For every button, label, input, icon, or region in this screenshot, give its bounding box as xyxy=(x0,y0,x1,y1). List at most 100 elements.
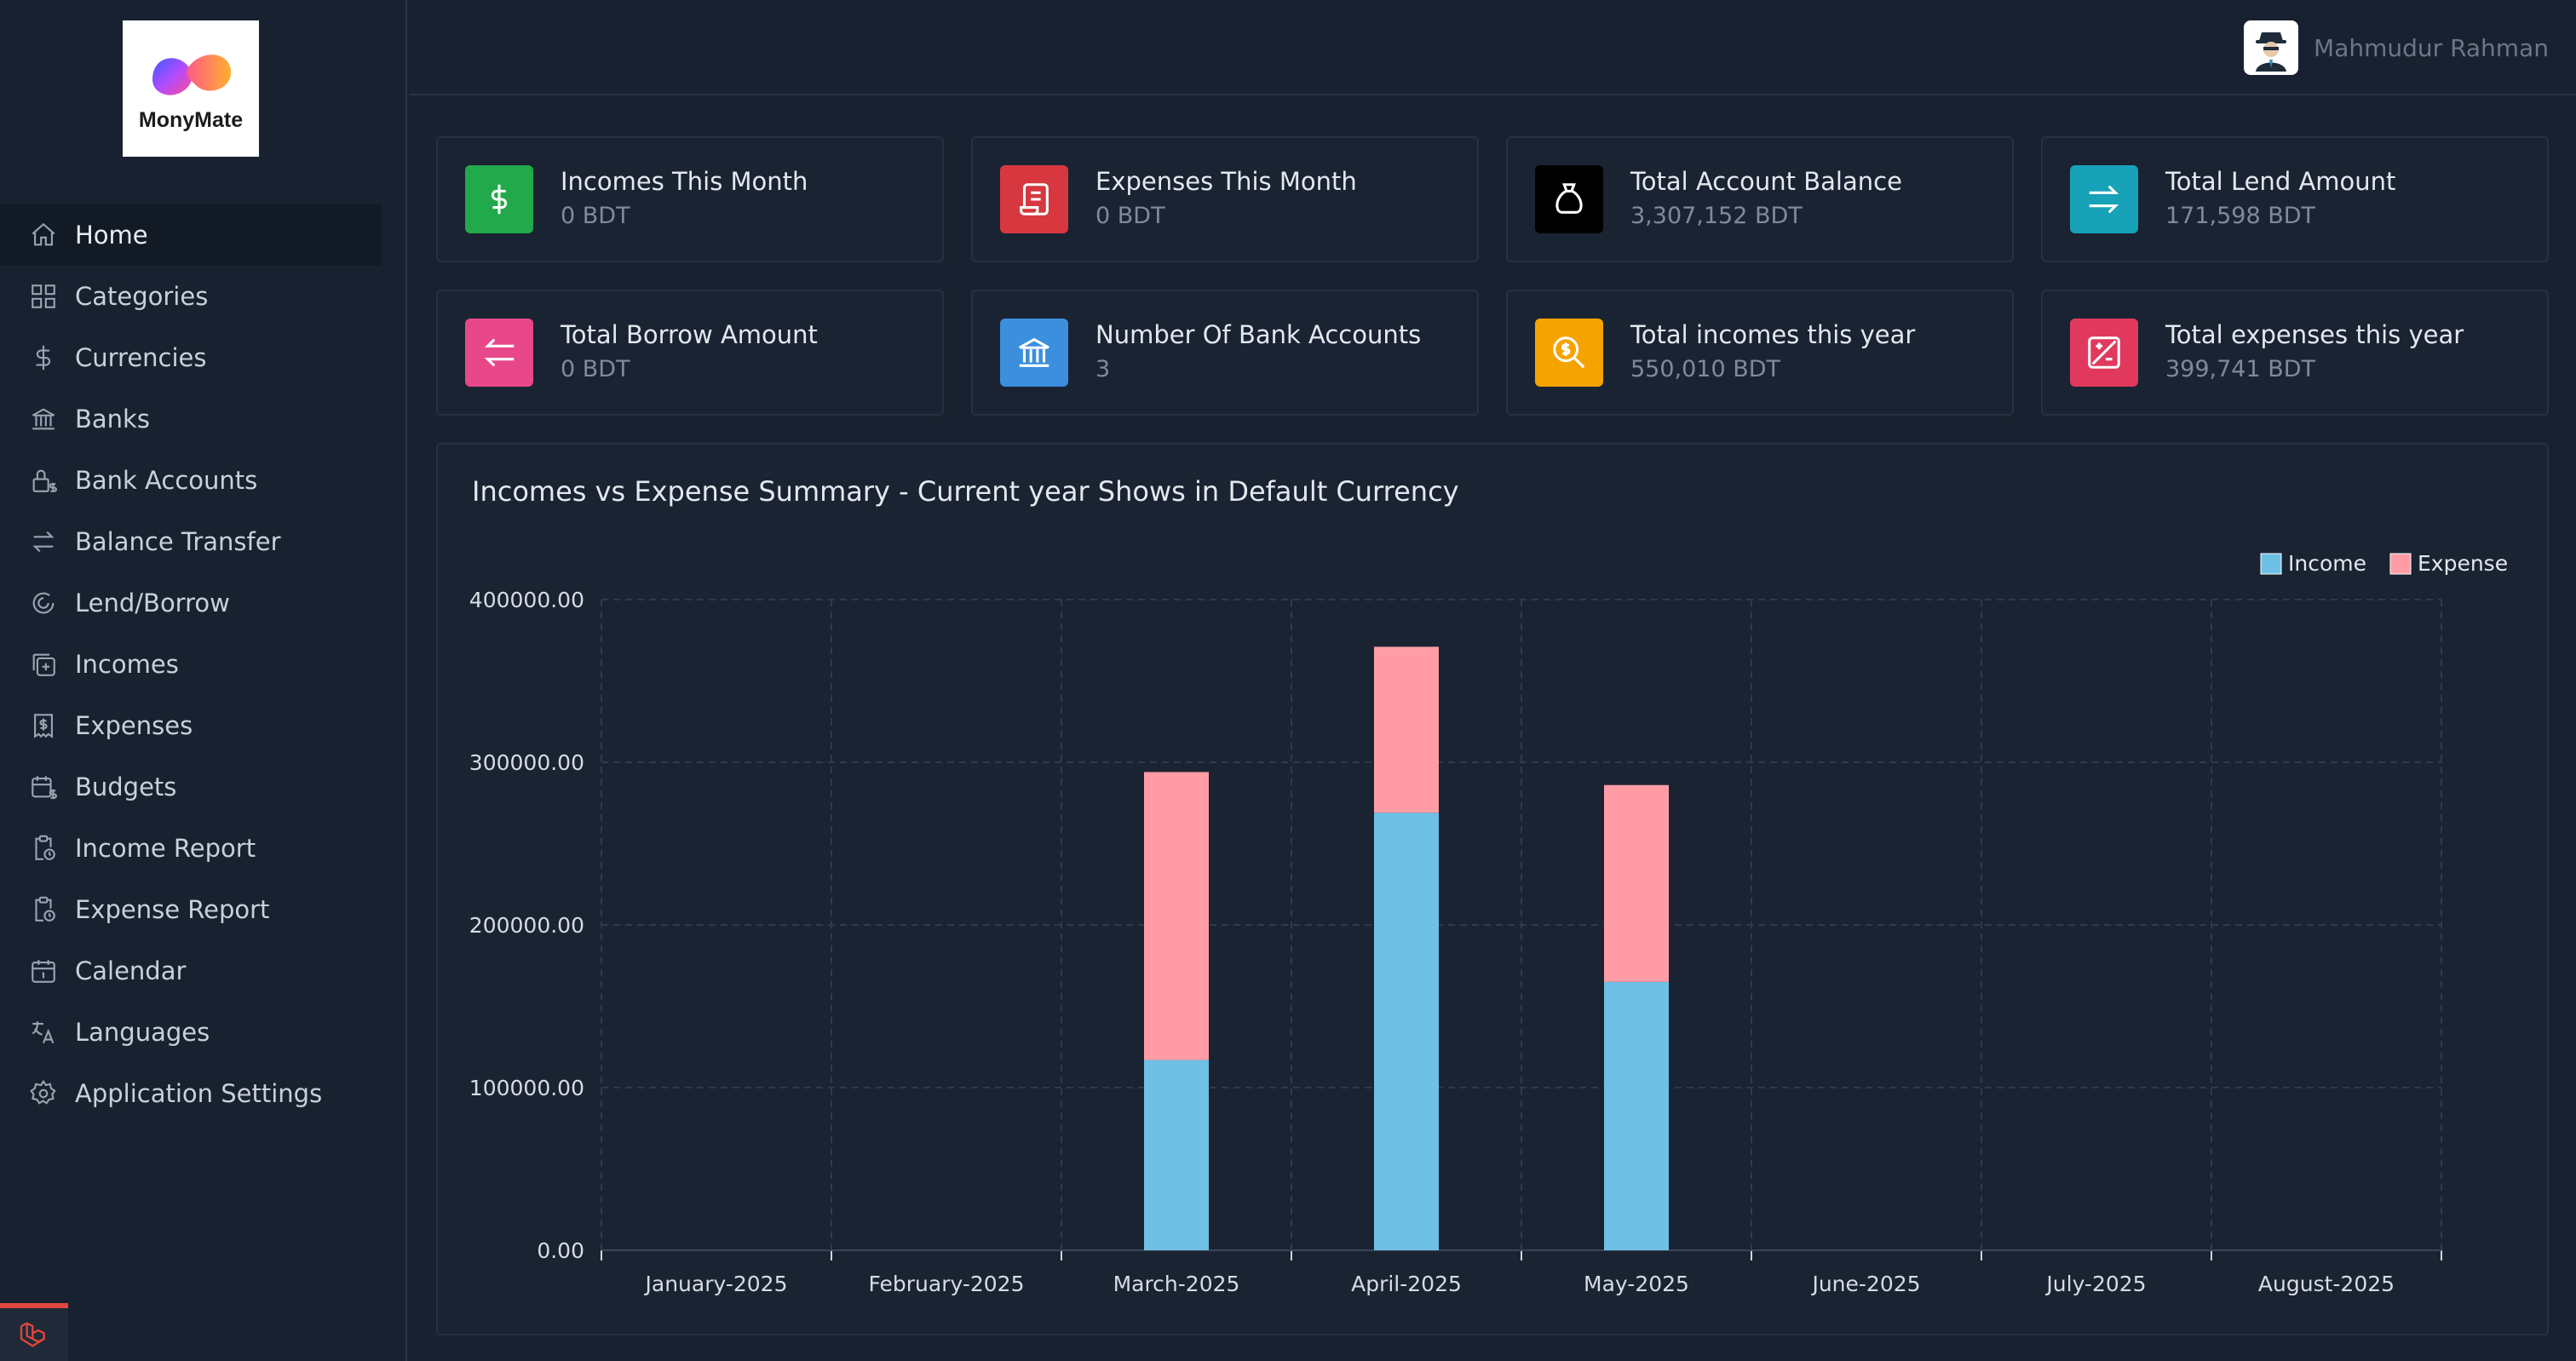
stat-value: 0 BDT xyxy=(1095,203,1165,229)
legend-swatch-income xyxy=(2260,553,2282,575)
stat-icon-box xyxy=(1535,165,1603,233)
sidebar-item-incomes[interactable]: Incomes xyxy=(0,634,382,695)
sidebar-item-categories[interactable]: Categories xyxy=(0,266,382,327)
stat-card-total-incomes-this-year: Total incomes this year 550,010 BDT xyxy=(1506,290,2014,416)
stat-title: Total expenses this year xyxy=(2165,320,2464,349)
sidebar-item-application-settings[interactable]: Application Settings xyxy=(0,1063,382,1124)
x-tick-label: April-2025 xyxy=(1351,1272,1462,1296)
sidebar: MonyMate Home Categories Currencies Bank… xyxy=(0,0,407,1361)
sidebar-item-balance-transfer[interactable]: Balance Transfer xyxy=(0,511,382,572)
app-logo[interactable]: MonyMate xyxy=(123,20,259,157)
stat-title: Incomes This Month xyxy=(561,167,808,196)
chart-panel: Incomes vs Expense Summary - Current yea… xyxy=(436,443,2549,1335)
laravel-icon xyxy=(20,1322,45,1347)
top-bar: Mahmudur Rahman xyxy=(409,0,2576,95)
x-tick-label: March-2025 xyxy=(1113,1272,1240,1296)
bar-income xyxy=(1604,981,1669,1250)
arrows-right-icon xyxy=(2089,185,2119,214)
transfer-icon xyxy=(29,527,58,556)
stat-title: Total Account Balance xyxy=(1630,167,1902,196)
sidebar-item-calendar[interactable]: Calendar xyxy=(0,940,382,1002)
x-tick-label: June-2025 xyxy=(1810,1272,1920,1296)
y-tick-label: 400000.00 xyxy=(469,588,584,612)
x-tick-label: January-2025 xyxy=(644,1272,788,1296)
sidebar-item-budgets[interactable]: Budgets xyxy=(0,756,382,818)
y-tick-label: 300000.00 xyxy=(469,750,584,775)
legend-label-expense: Expense xyxy=(2418,551,2508,576)
sidebar-item-label: Expenses xyxy=(75,711,193,740)
gear-icon xyxy=(29,1079,58,1108)
sidebar-item-languages[interactable]: Languages xyxy=(0,1002,382,1063)
receipt-icon xyxy=(1020,183,1049,215)
sidebar-item-label: Application Settings xyxy=(75,1079,323,1108)
sidebar-item-home[interactable]: Home xyxy=(0,204,382,266)
x-tick-label: July-2025 xyxy=(2044,1272,2146,1296)
stat-card-expenses-this-month: Expenses This Month 0 BDT xyxy=(971,136,1479,262)
clipboard-clock-icon xyxy=(29,895,58,924)
sidebar-item-income-report[interactable]: Income Report xyxy=(0,818,382,879)
user-menu[interactable]: Mahmudur Rahman xyxy=(2244,20,2549,75)
income-expense-chart: 0.00 100000.00 200000.00 300000.00 400000.00… xyxy=(469,551,2508,1296)
stat-card-number-of-bank-accounts: Number Of Bank Accounts 3 xyxy=(971,290,1479,416)
sidebar-item-bank-accounts[interactable]: Bank Accounts xyxy=(0,450,382,511)
stat-card-total-lend-amount: Total Lend Amount 171,598 BDT xyxy=(2041,136,2549,262)
bank-icon xyxy=(1019,337,1049,367)
stat-value: 0 BDT xyxy=(561,203,630,229)
stat-value: 3 xyxy=(1095,356,1111,382)
sidebar-item-label: Calendar xyxy=(75,956,187,985)
stat-icon-box xyxy=(1000,165,1068,233)
sidebar-item-label: Categories xyxy=(75,282,209,311)
stat-card-total-borrow-amount: Total Borrow Amount 0 BDT xyxy=(436,290,944,416)
sidebar-nav: Home Categories Currencies Banks Bank Ac… xyxy=(0,204,382,1124)
sidebar-item-banks[interactable]: Banks xyxy=(0,388,382,450)
spy-avatar-icon xyxy=(2247,24,2296,72)
sidebar-item-lend-borrow[interactable]: Lend/Borrow xyxy=(0,572,382,634)
y-tick-label: 100000.00 xyxy=(469,1076,584,1100)
brand-name: MonyMate xyxy=(138,107,244,132)
stat-card-total-account-balance: Total Account Balance 3,307,152 BDT xyxy=(1506,136,2014,262)
translate-icon xyxy=(29,1018,58,1047)
sidebar-item-label: Balance Transfer xyxy=(75,527,281,556)
sidebar-item-label: Expense Report xyxy=(75,895,270,924)
debug-badge[interactable] xyxy=(0,1303,68,1361)
stat-icon-box xyxy=(2070,165,2138,233)
bar-expense xyxy=(1374,646,1439,813)
receipt-dollar-icon xyxy=(29,711,58,740)
plus-minus-icon xyxy=(2088,336,2120,369)
calendar-icon xyxy=(29,956,58,985)
stat-title: Expenses This Month xyxy=(1095,167,1357,196)
stat-value: 171,598 BDT xyxy=(2165,203,2316,229)
stat-value: 399,741 BDT xyxy=(2165,356,2316,382)
bar-income xyxy=(1144,1060,1209,1250)
dollar-icon xyxy=(29,343,58,372)
lock-dollar-icon xyxy=(29,466,58,495)
bank-icon xyxy=(29,405,58,434)
avatar[interactable] xyxy=(2244,20,2299,75)
clipboard-clock-icon xyxy=(29,834,58,863)
sidebar-item-label: Lend/Borrow xyxy=(75,589,230,617)
y-tick-label: 200000.00 xyxy=(469,913,584,938)
legend-swatch-expense xyxy=(2389,553,2412,575)
search-dollar-icon xyxy=(1553,336,1585,369)
bar-income xyxy=(1374,813,1439,1250)
money-bag-icon xyxy=(1555,183,1583,214)
sidebar-item-expense-report[interactable]: Expense Report xyxy=(0,879,382,940)
logo-mark-icon xyxy=(152,54,232,95)
sidebar-item-label: Banks xyxy=(75,405,150,434)
sidebar-item-label: Incomes xyxy=(75,650,179,679)
sidebar-item-currencies[interactable]: Currencies xyxy=(0,327,382,388)
stat-value: 3,307,152 BDT xyxy=(1630,203,1803,229)
x-tick-label: February-2025 xyxy=(869,1272,1025,1296)
stat-value: 550,010 BDT xyxy=(1630,356,1781,382)
stat-icon-box xyxy=(465,319,533,387)
sidebar-item-expenses[interactable]: Expenses xyxy=(0,695,382,756)
calendar-dollar-icon xyxy=(29,772,58,801)
stat-icon-box xyxy=(1000,319,1068,387)
stat-card-incomes-this-month: Incomes This Month 0 BDT xyxy=(436,136,944,262)
stat-title: Total incomes this year xyxy=(1630,320,1916,349)
legend-label-income: Income xyxy=(2288,551,2366,576)
stat-card-total-expenses-this-year: Total expenses this year 399,741 BDT xyxy=(2041,290,2549,416)
sidebar-item-label: Languages xyxy=(75,1018,210,1047)
stat-title: Total Lend Amount xyxy=(2165,167,2396,196)
x-tick-label: May-2025 xyxy=(1584,1272,1689,1296)
